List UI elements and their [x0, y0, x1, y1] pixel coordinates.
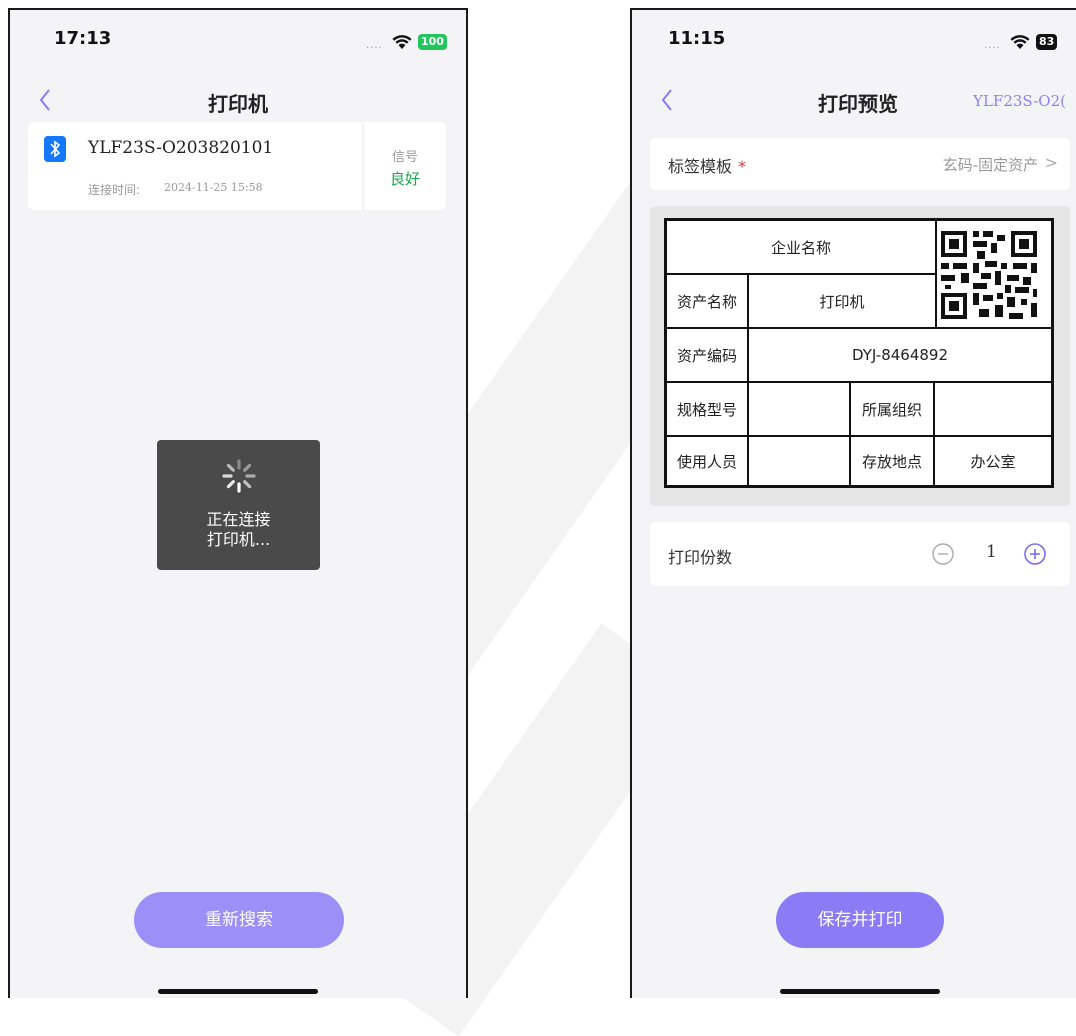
user-value	[749, 437, 849, 485]
device-name: YLF23S-O203820101	[88, 138, 274, 158]
toast-line-1: 正在连接	[206, 510, 271, 529]
battery-icon: 83	[1036, 34, 1058, 50]
qr-code-icon	[941, 231, 1037, 319]
location-label: 存放地点	[861, 452, 922, 471]
bluetooth-icon	[44, 136, 66, 162]
asset-code-label: 资产编码	[676, 346, 737, 365]
status-time: 17:13	[54, 28, 112, 49]
battery-icon: 100	[418, 34, 447, 50]
status-bar: 11:15 .... 83	[632, 10, 1076, 70]
asset-label: 企业名称 资产名称 打印机 资产编码 DYJ-8464892 规格型号 所属组织…	[664, 218, 1054, 488]
print-copies-label: 打印份数	[668, 548, 733, 567]
signal-value: 良好	[389, 170, 420, 188]
cellular-signal-icon: ....	[984, 40, 1001, 51]
template-value: 玄码-固定资产	[942, 156, 1038, 174]
connected-printer-name[interactable]: YLF23S-O2(	[973, 92, 1066, 110]
status-time: 11:15	[668, 28, 726, 49]
required-marker: *	[738, 157, 747, 176]
org-value	[935, 383, 1051, 435]
location-value: 办公室	[970, 452, 1016, 471]
connection-time-label: 连接时间:	[88, 183, 141, 197]
print-copies-value[interactable]: 1	[986, 542, 997, 562]
connection-time-value: 2024-11-25 15:58	[164, 181, 263, 194]
label-preview: 企业名称 资产名称 打印机 资产编码 DYJ-8464892 规格型号 所属组织…	[650, 206, 1070, 506]
asset-name-value: 打印机	[819, 292, 865, 311]
loading-spinner-icon	[222, 459, 256, 493]
template-selector[interactable]: 标签模板 * 玄码-固定资产 >	[650, 138, 1070, 190]
signal-status: 信号 良好	[362, 122, 446, 210]
phone-screen-print-preview: 11:15 .... 83 打印预览 YLF23S-O2( 标签模板 * 玄码-固…	[630, 8, 1076, 998]
plus-circle-icon[interactable]	[1024, 543, 1046, 565]
org-label: 所属组织	[861, 400, 922, 419]
save-and-print-button[interactable]: 保存并打印	[776, 892, 944, 948]
toast-line-2: 打印机...	[206, 530, 271, 549]
asset-code-value: DYJ-8464892	[852, 346, 948, 364]
status-bar: 17:13 .... 100	[10, 10, 466, 70]
print-copies-row: 打印份数 1	[650, 522, 1070, 586]
spec-value	[749, 383, 849, 435]
asset-name-label: 资产名称	[676, 292, 737, 311]
spec-label: 规格型号	[676, 400, 737, 419]
page-title: 打印机	[208, 92, 268, 116]
connecting-toast: 正在连接 打印机...	[157, 440, 320, 570]
phone-screen-printer-connect: 17:13 .... 100 打印机 YLF23S-O203820101 连接时…	[8, 8, 468, 998]
research-button[interactable]: 重新搜索	[134, 892, 344, 948]
nav-bar: 打印预览 YLF23S-O2(	[632, 78, 1076, 122]
nav-bar: 打印机	[10, 78, 466, 122]
user-label: 使用人员	[676, 452, 737, 471]
wifi-icon	[392, 35, 412, 49]
chevron-right-icon: >	[1044, 153, 1058, 172]
company-name-cell: 企业名称	[770, 238, 831, 257]
toast-message: 正在连接 打印机...	[157, 510, 320, 550]
minus-circle-icon[interactable]	[932, 543, 954, 565]
wifi-icon	[1010, 35, 1030, 49]
signal-label: 信号	[391, 150, 418, 165]
cellular-signal-icon: ....	[366, 40, 383, 51]
template-label: 标签模板 *	[668, 157, 747, 176]
printer-device-card[interactable]: YLF23S-O203820101 连接时间: 2024-11-25 15:58…	[28, 122, 446, 210]
